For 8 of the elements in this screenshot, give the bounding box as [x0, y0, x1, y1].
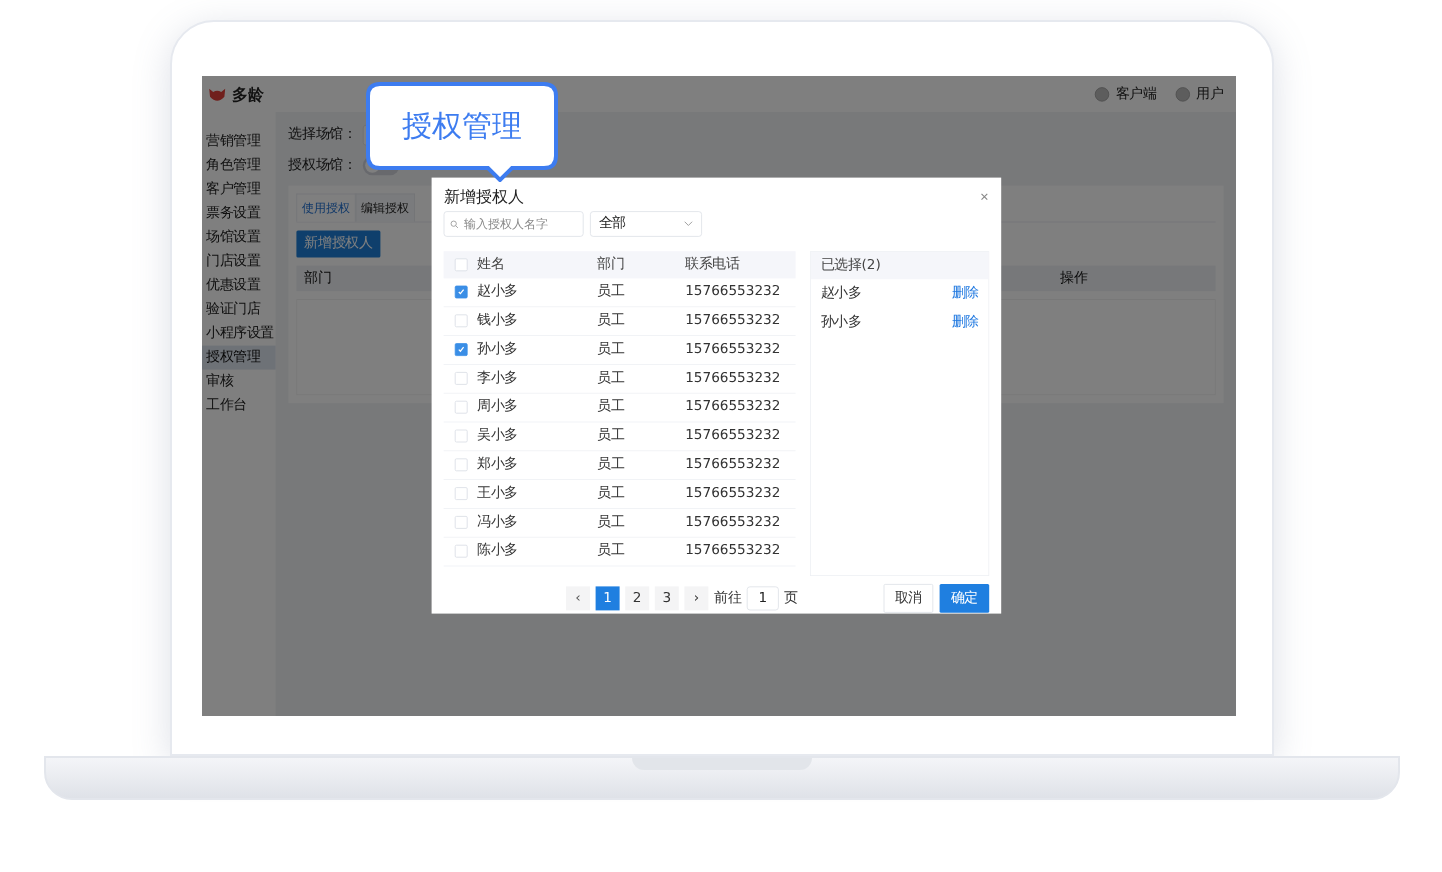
checkbox[interactable] [454, 285, 468, 299]
avatar-icon [1094, 86, 1110, 102]
dialog-title: 新增授权人 [443, 185, 524, 209]
logo-text: 多龄 [232, 82, 265, 106]
avatar-icon [1175, 86, 1190, 102]
callout-tooltip: 授权管理 [366, 82, 558, 182]
logo-icon [206, 85, 228, 103]
checkbox[interactable] [454, 343, 468, 357]
